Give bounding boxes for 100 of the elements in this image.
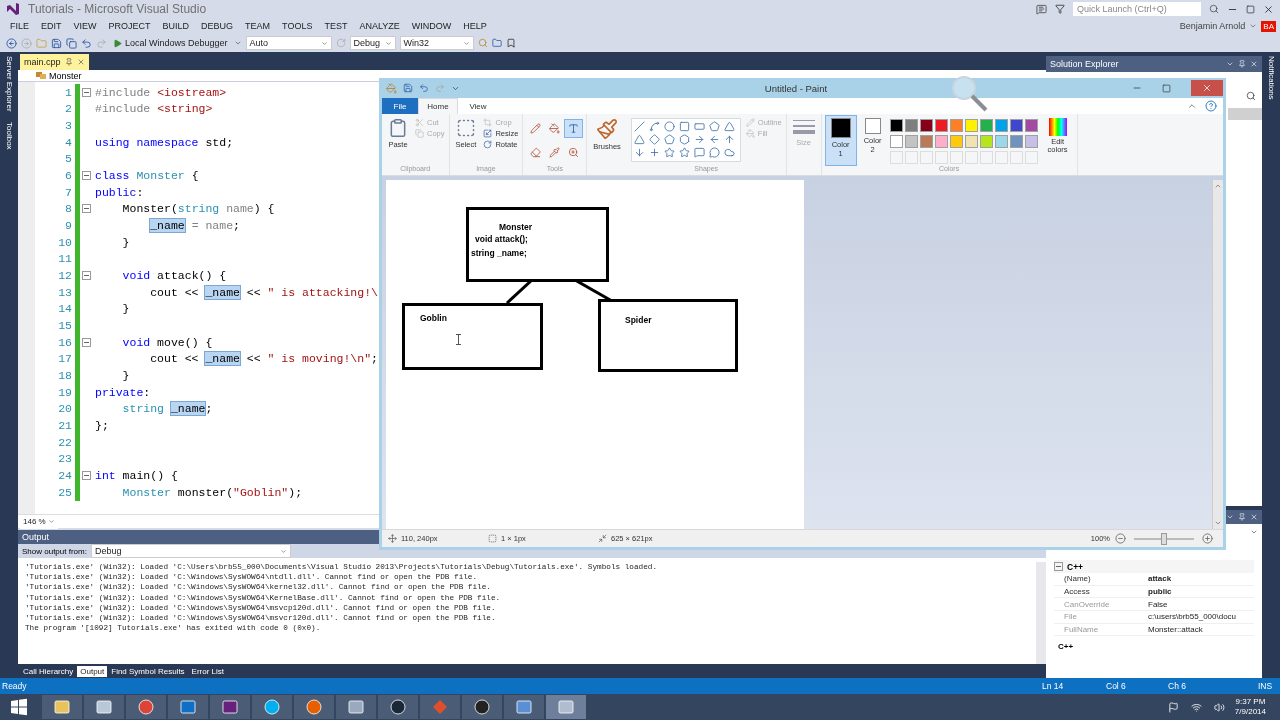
- color-swatch[interactable]: [994, 119, 1008, 132]
- collapse-icon[interactable]: [82, 337, 91, 347]
- side-tab[interactable]: Notifications: [1266, 56, 1276, 100]
- taskbar-button[interactable]: [84, 695, 124, 719]
- line-icon[interactable]: [633, 121, 645, 132]
- hierarchy-icon[interactable]: [491, 38, 502, 48]
- configuration-dropdown[interactable]: Debug: [349, 36, 396, 50]
- bookmark-icon[interactable]: [505, 38, 516, 48]
- pin-icon[interactable]: [1238, 60, 1246, 68]
- menu-item[interactable]: FILE: [4, 21, 35, 31]
- menu-item[interactable]: TOOLS: [276, 21, 319, 31]
- close-icon[interactable]: [1250, 60, 1258, 68]
- color-swatch[interactable]: [919, 119, 933, 132]
- save-all-icon[interactable]: [66, 37, 77, 49]
- menu-item[interactable]: ANALYZE: [353, 21, 406, 31]
- ribbon-tab[interactable]: Home: [418, 98, 458, 114]
- cloud-callout-icon[interactable]: [723, 147, 735, 158]
- help-icon[interactable]: [1205, 100, 1217, 112]
- hexagon-icon[interactable]: [678, 134, 690, 145]
- drawing-canvas[interactable]: Monster void attack(); string _name; Goblin Spider: [386, 180, 804, 529]
- color-swatch[interactable]: [964, 135, 978, 148]
- rectangle-callout-icon[interactable]: [693, 147, 705, 158]
- color-swatch[interactable]: [919, 135, 933, 148]
- star-icon[interactable]: [663, 147, 675, 158]
- file-menu-button[interactable]: File: [382, 98, 418, 114]
- collapse-icon[interactable]: [82, 470, 91, 480]
- side-tab[interactable]: Server Explorer: [4, 56, 14, 112]
- feedback-icon[interactable]: [1036, 3, 1047, 15]
- color-swatch[interactable]: [1024, 119, 1038, 132]
- flag-icon[interactable]: [1167, 701, 1179, 713]
- oval-icon[interactable]: [663, 121, 675, 132]
- close-icon[interactable]: [1263, 3, 1274, 15]
- search-icon[interactable]: [1209, 4, 1219, 14]
- triangle-icon[interactable]: [723, 121, 735, 132]
- taskbar-button[interactable]: [42, 695, 82, 719]
- collapse-ribbon-icon[interactable]: [1187, 101, 1197, 111]
- network-icon[interactable]: [1190, 701, 1202, 713]
- volume-icon[interactable]: [1213, 701, 1225, 713]
- save-icon[interactable]: [51, 37, 62, 49]
- color-swatch[interactable]: [1009, 119, 1023, 132]
- taskbar-button[interactable]: [126, 695, 166, 719]
- caret-icon[interactable]: [1226, 60, 1234, 68]
- maximize-icon[interactable]: [1162, 83, 1171, 93]
- color-swatch[interactable]: [1024, 135, 1038, 148]
- search-icon[interactable]: [1246, 91, 1256, 101]
- start-debugging-button[interactable]: Local Windows Debugger: [111, 38, 230, 48]
- right-arrow-icon[interactable]: [693, 134, 705, 145]
- menu-item[interactable]: TEAM: [239, 21, 277, 31]
- collapse-icon[interactable]: [82, 87, 91, 97]
- color-swatch[interactable]: [934, 135, 948, 148]
- quick-launch-field[interactable]: Quick Launch (Ctrl+Q): [1073, 2, 1201, 16]
- taskbar-button[interactable]: [336, 695, 376, 719]
- find-icon[interactable]: [477, 38, 488, 48]
- menu-item[interactable]: WINDOW: [405, 21, 458, 31]
- taskbar-button[interactable]: [462, 695, 502, 719]
- color-swatch[interactable]: [889, 119, 903, 132]
- down-arrow-icon[interactable]: [633, 147, 645, 158]
- pin-icon[interactable]: [64, 58, 73, 66]
- caret-icon[interactable]: [1250, 528, 1258, 536]
- polygon-icon[interactable]: [708, 121, 720, 132]
- color-swatch[interactable]: [904, 135, 918, 148]
- file-tab[interactable]: main.cpp: [20, 54, 89, 70]
- oval-callout-icon[interactable]: [708, 147, 720, 158]
- side-tab[interactable]: Toolbox: [4, 121, 14, 150]
- taskbar-button[interactable]: [504, 695, 544, 719]
- target-dropdown[interactable]: Auto: [245, 36, 332, 50]
- output-source-dropdown[interactable]: Debug: [90, 544, 291, 558]
- color-swatch[interactable]: [949, 119, 963, 132]
- menu-item[interactable]: EDIT: [35, 21, 68, 31]
- color-swatch[interactable]: [934, 119, 948, 132]
- menu-item[interactable]: PROJECT: [102, 21, 157, 31]
- rounded-rectangle-icon[interactable]: [693, 121, 705, 132]
- diamond-icon[interactable]: [648, 134, 660, 145]
- close-button[interactable]: [1191, 80, 1223, 96]
- pin-icon[interactable]: [1238, 513, 1246, 521]
- zoom-in-icon[interactable]: [1202, 533, 1213, 544]
- scope-dropdown[interactable]: Monster: [49, 70, 82, 81]
- panel-tab[interactable]: Error List: [188, 665, 228, 677]
- panel-tab[interactable]: Find Symbol Results: [108, 665, 188, 677]
- collapse-icon[interactable]: [82, 271, 91, 281]
- menu-item[interactable]: BUILD: [156, 21, 196, 31]
- menu-item[interactable]: TEST: [318, 21, 354, 31]
- platform-dropdown[interactable]: Win32: [399, 36, 474, 50]
- color-swatch[interactable]: [1009, 135, 1023, 148]
- caret-icon[interactable]: [1226, 513, 1234, 521]
- user-name[interactable]: Benjamin Arnold: [1179, 21, 1246, 31]
- tool-button[interactable]: [565, 120, 583, 137]
- filter-icon[interactable]: [1055, 4, 1065, 14]
- panel-tab[interactable]: Output: [77, 665, 108, 677]
- restore-icon[interactable]: [1246, 4, 1255, 14]
- menu-item[interactable]: VIEW: [67, 21, 103, 31]
- taskbar-button[interactable]: [378, 695, 418, 719]
- curve-icon[interactable]: [648, 121, 660, 132]
- slider-thumb[interactable]: [1161, 532, 1167, 545]
- rectangle-icon[interactable]: [678, 121, 690, 132]
- close-icon[interactable]: [1250, 513, 1258, 521]
- undo-icon[interactable]: [81, 37, 92, 49]
- color-swatch[interactable]: [889, 135, 903, 148]
- back-icon[interactable]: [6, 37, 17, 49]
- taskbar-button[interactable]: [294, 695, 334, 719]
